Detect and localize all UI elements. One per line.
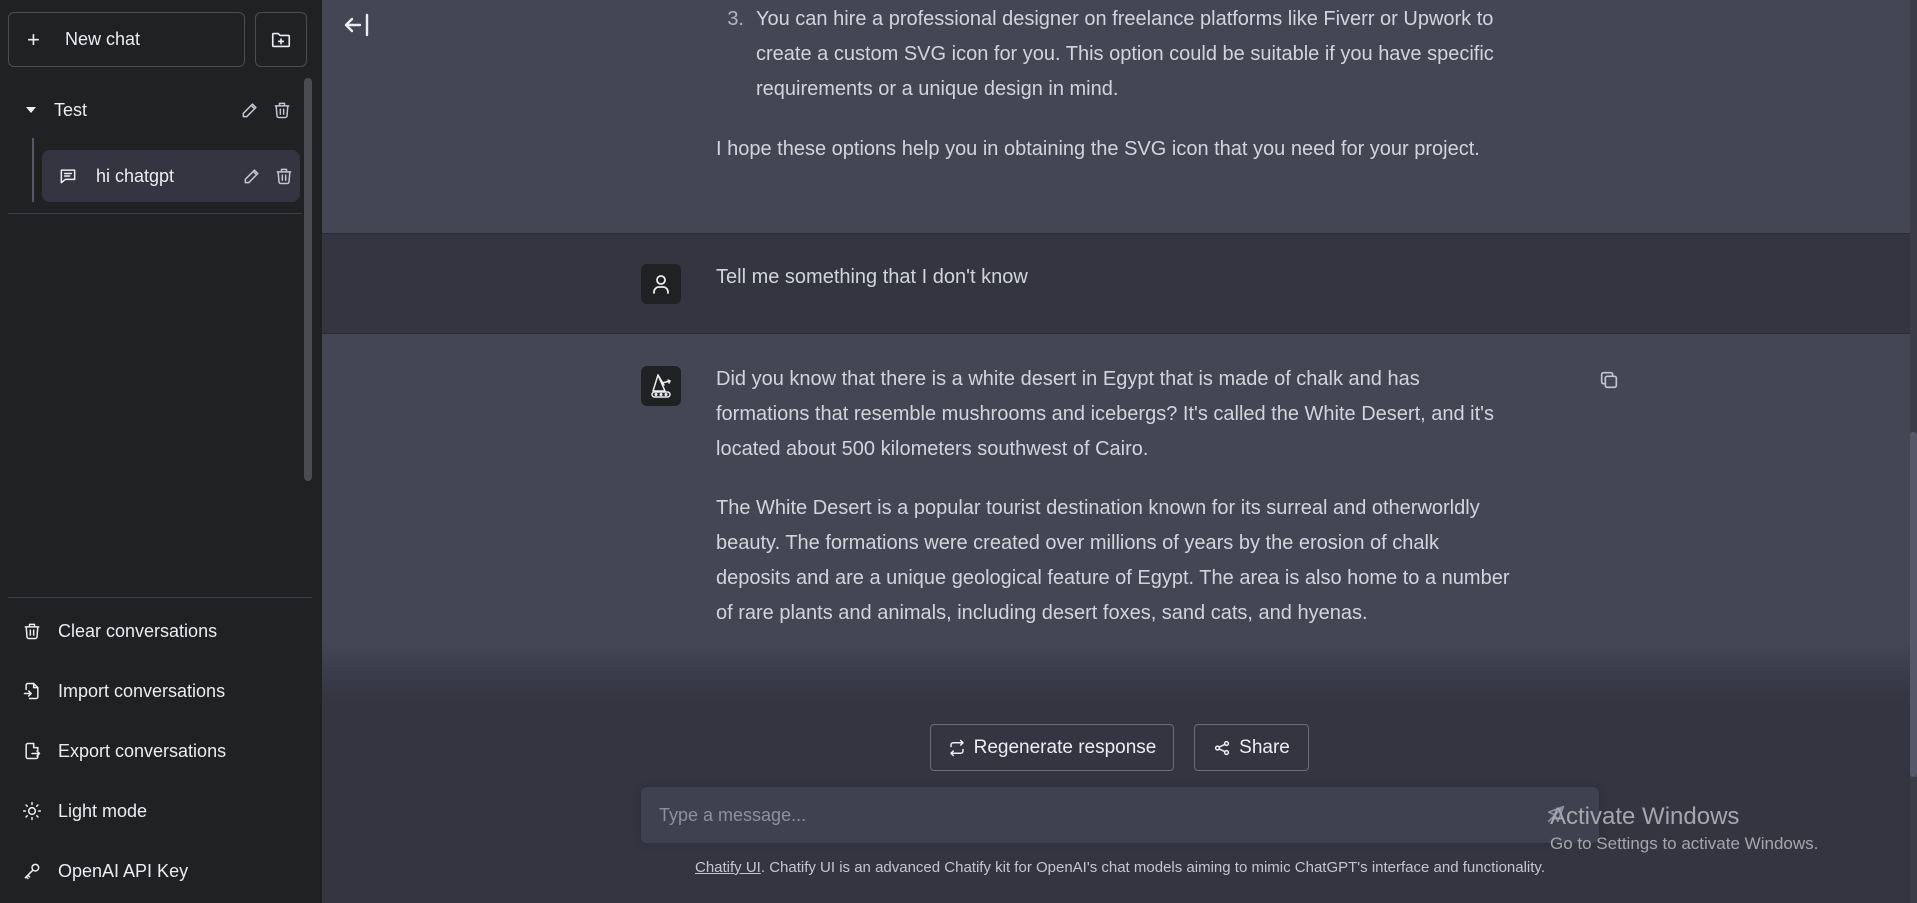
chat-item-actions <box>242 150 300 202</box>
file-import-icon <box>22 681 42 701</box>
copy-icon <box>1598 369 1622 391</box>
plus-icon: + <box>27 26 40 52</box>
share-label: Share <box>1239 736 1290 758</box>
user-message-text: Tell me something that I don't know <box>716 266 1028 288</box>
pencil-icon[interactable] <box>240 100 260 120</box>
light-mode-button[interactable]: Light mode <box>8 787 308 835</box>
share-icon <box>1213 739 1231 757</box>
bottom-fade <box>322 640 1910 700</box>
list-number: 3. <box>727 8 744 30</box>
divider <box>8 597 312 598</box>
user-icon <box>649 272 673 296</box>
collapse-sidebar-button[interactable] <box>340 8 374 42</box>
tree-line <box>32 138 34 202</box>
api-key-button[interactable]: OpenAI API Key <box>8 847 308 895</box>
sidebar-scrollbar[interactable] <box>304 78 312 481</box>
caret-down-icon <box>24 103 38 117</box>
regenerate-response-button[interactable]: Regenerate response <box>930 724 1174 771</box>
folder-actions <box>240 92 298 128</box>
folder-test[interactable]: Test <box>8 92 298 128</box>
new-folder-button[interactable] <box>255 12 307 67</box>
sun-icon <box>22 801 42 821</box>
message-icon <box>58 166 78 186</box>
share-button[interactable]: Share <box>1194 724 1309 771</box>
trash-icon[interactable] <box>274 166 294 186</box>
main-scrollbar-thumb[interactable] <box>1910 432 1917 777</box>
assistant-reply-paragraph-1: Did you know that there is a white deser… <box>716 368 1494 460</box>
chat-item-label: hi chatgpt <box>96 165 175 186</box>
message-composer <box>641 787 1599 843</box>
light-mode-label: Light mode <box>58 800 148 821</box>
new-chat-label: New chat <box>65 29 141 49</box>
chatify-ui-link[interactable]: Chatify UI <box>695 859 761 876</box>
refresh-icon <box>948 739 966 757</box>
assistant-closing-text: I hope these options help you in obtaini… <box>716 138 1480 160</box>
user-avatar <box>641 264 681 304</box>
robot-icon <box>646 371 676 401</box>
assistant-reply-paragraph-2: The White Desert is a popular tourist de… <box>716 497 1510 624</box>
trash-icon <box>22 621 42 641</box>
footer-text: . Chatify UI is an advanced Chatify kit … <box>760 859 1545 876</box>
regenerate-label: Regenerate response <box>973 736 1157 758</box>
export-conversations-label: Export conversations <box>58 740 227 761</box>
export-conversations-button[interactable]: Export conversations <box>8 727 308 775</box>
folder-plus-icon <box>270 29 292 51</box>
trash-icon[interactable] <box>272 100 292 120</box>
key-icon <box>22 861 42 881</box>
send-button[interactable] <box>1545 803 1571 829</box>
send-icon <box>1545 803 1571 825</box>
list-item: 3. You can hire a professional designer … <box>716 2 1516 107</box>
divider <box>8 213 302 214</box>
import-conversations-button[interactable]: Import conversations <box>8 667 308 715</box>
import-conversations-label: Import conversations <box>58 680 226 701</box>
clear-conversations-label: Clear conversations <box>58 620 218 641</box>
copy-button[interactable] <box>1598 369 1622 393</box>
list-item-text: You can hire a professional designer on … <box>756 8 1494 100</box>
assistant-avatar <box>641 366 681 406</box>
new-chat-button[interactable]: + New chat <box>8 12 245 67</box>
pencil-icon[interactable] <box>242 166 262 186</box>
chat-item-hi-chatgpt[interactable]: hi chatgpt <box>42 150 300 202</box>
file-export-icon <box>22 741 42 761</box>
numbered-list: 3. You can hire a professional designer … <box>716 2 1516 107</box>
api-key-label: OpenAI API Key <box>58 860 189 881</box>
message-input[interactable] <box>659 787 1539 843</box>
clear-conversations-button[interactable]: Clear conversations <box>8 607 308 655</box>
sidebar: + New chat Test hi chatgpt Clear convers… <box>0 0 322 903</box>
arrow-left-bar-icon <box>343 11 371 39</box>
folder-name: Test <box>54 99 88 120</box>
footer-note: Chatify UI. Chatify UI is an advanced Ch… <box>641 859 1599 876</box>
